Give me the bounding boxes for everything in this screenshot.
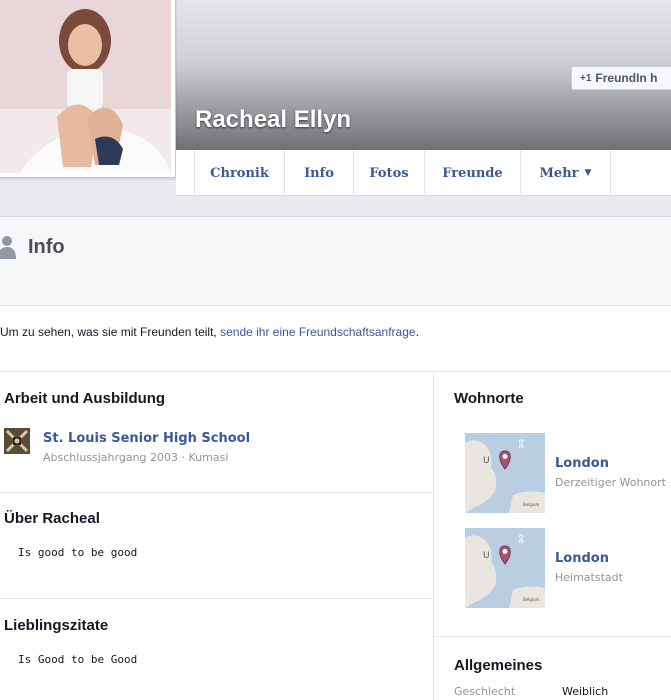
work-education-title: Arbeit und Ausbildung <box>4 390 166 407</box>
friend-request-notice: Um zu sehen, was sie mit Freunden teilt,… <box>0 325 419 339</box>
gender-label: Geschlecht <box>454 685 516 698</box>
divider <box>0 492 434 493</box>
svg-text:ee: ee <box>517 534 526 544</box>
right-column: Wohnorte U Belgium ee London Derzeitiger… <box>434 371 671 700</box>
place-link[interactable]: London <box>555 456 609 471</box>
about-title: Über Racheal <box>4 510 100 527</box>
info-header: Info <box>0 217 671 306</box>
profile-nav: Chronik Info Fotos Freunde Mehr ▼ <box>176 150 671 196</box>
map-image: U Belgium ee <box>465 528 545 608</box>
place-link[interactable]: London <box>555 551 609 566</box>
tab-freunde[interactable]: Freunde <box>425 150 521 196</box>
map-thumbnail[interactable]: U Belgium ee <box>465 528 545 608</box>
school-detail: Abschlussjahrgang 2003 · Kumasi <box>43 451 229 464</box>
add-friend-label: FreundIn h <box>595 71 658 85</box>
about-text: Is good to be good <box>18 546 138 559</box>
add-friend-button[interactable]: +1 FreundIn h <box>571 66 671 90</box>
places-title: Wohnorte <box>454 390 524 407</box>
svg-text:Belgium: Belgium <box>523 597 540 602</box>
tab-chronik[interactable]: Chronik <box>194 150 285 196</box>
svg-text:U: U <box>483 456 490 466</box>
profile-picture[interactable] <box>0 0 176 178</box>
quotes-title: Lieblingszitate <box>4 617 109 634</box>
profile-photo-image <box>0 0 171 173</box>
add-friend-icon: +1 <box>580 72 592 84</box>
place-type: Derzeitiger Wohnort <box>555 476 666 489</box>
tab-fotos[interactable]: Fotos <box>354 150 425 196</box>
svg-text:Belgium: Belgium <box>523 502 540 507</box>
place-type: Heimatstadt <box>555 571 623 584</box>
person-icon <box>0 236 16 259</box>
caret-down-icon: ▼ <box>584 168 592 178</box>
profile-name[interactable]: Racheal Ellyn <box>195 106 351 134</box>
send-friend-request-link[interactable]: sende ihr eine Freundschaftsanfrage <box>220 325 415 339</box>
svg-text:U: U <box>483 551 490 561</box>
svg-text:ee: ee <box>517 439 526 449</box>
info-card: Info Um zu sehen, was sie mit Freunden t… <box>0 216 671 700</box>
general-title: Allgemeines <box>454 657 543 674</box>
left-column: Arbeit und Ausbildung St. Louis Senior H… <box>0 371 434 700</box>
divider <box>0 598 434 599</box>
info-title: Info <box>28 236 65 258</box>
quotes-text: Is Good to be Good <box>18 653 138 666</box>
school-icon[interactable] <box>4 428 30 454</box>
map-image: U Belgium ee <box>465 433 545 513</box>
tab-info[interactable]: Info <box>285 150 354 196</box>
school-name-link[interactable]: St. Louis Senior High School <box>43 431 250 446</box>
divider <box>434 636 671 637</box>
map-thumbnail[interactable]: U Belgium ee <box>465 433 545 513</box>
tab-mehr[interactable]: Mehr ▼ <box>521 150 611 196</box>
gender-value: Weiblich <box>562 685 609 698</box>
